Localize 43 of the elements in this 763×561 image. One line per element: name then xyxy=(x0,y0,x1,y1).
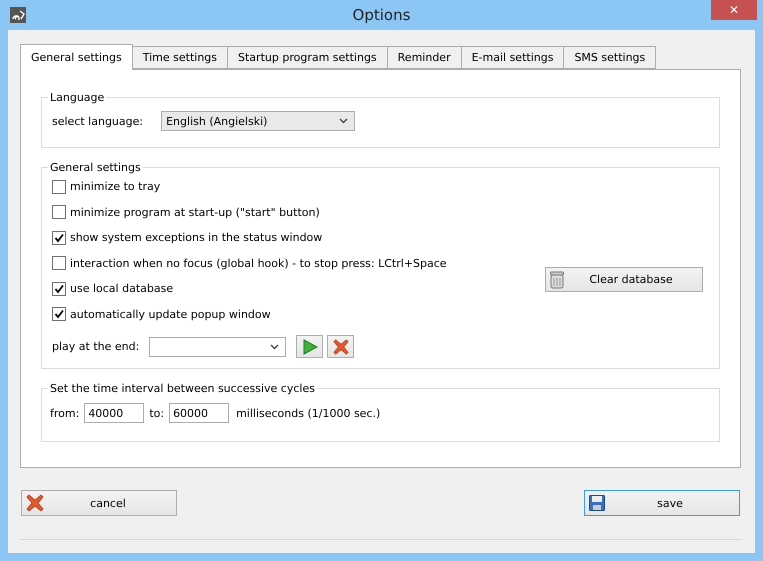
cancel-button[interactable]: cancel xyxy=(21,490,177,516)
option-label: minimize program at start-up ("start" button) xyxy=(70,206,320,219)
delete-icon xyxy=(332,338,349,354)
caret-icon xyxy=(270,344,280,350)
group-title: Language xyxy=(49,91,106,104)
option-label: automatically update popup window xyxy=(70,308,271,321)
group-title: General settings xyxy=(49,161,142,174)
tab[interactable]: Time settings xyxy=(132,46,228,69)
app-logo-icon xyxy=(10,7,26,23)
option-label: use local database xyxy=(70,282,174,296)
play-icon xyxy=(302,338,318,354)
language-label: select language: xyxy=(52,114,144,128)
to-label: to: xyxy=(149,406,164,420)
checkbox[interactable] xyxy=(52,256,66,270)
window-title: Options xyxy=(352,6,412,24)
unit-label: milliseconds (1/1000 sec.) xyxy=(236,406,380,420)
tab[interactable]: Startup program settings xyxy=(227,46,388,69)
tab[interactable]: Reminder xyxy=(386,46,462,69)
language-dropdown[interactable]: English (Angielski) xyxy=(161,111,356,131)
option-label: show system exceptions in the status window xyxy=(70,231,322,244)
group-title: Set the time interval between successive cycles xyxy=(49,382,316,395)
play-button[interactable] xyxy=(296,335,324,358)
to-field[interactable]: 60000 xyxy=(169,403,230,423)
trash-icon xyxy=(550,270,564,288)
delete-button[interactable] xyxy=(327,335,354,358)
clear-database-button[interactable]: Clear database xyxy=(545,267,703,292)
checkbox[interactable] xyxy=(52,230,66,245)
checkbox[interactable] xyxy=(52,205,66,220)
close-button[interactable]: ✕ xyxy=(711,0,757,20)
checkbox[interactable] xyxy=(52,307,66,322)
tab[interactable]: General settings xyxy=(20,44,133,70)
option-label: interaction when no focus (global hook) - to stop press: LCtrl+Space xyxy=(70,256,447,270)
caret-icon xyxy=(339,118,348,124)
checkbox[interactable] xyxy=(52,180,66,194)
play-label: play at the end: xyxy=(52,340,140,353)
tab[interactable]: E-mail settings xyxy=(460,46,564,69)
from-label: from: xyxy=(50,406,80,420)
tab[interactable]: SMS settings xyxy=(563,46,656,69)
checkbox[interactable] xyxy=(52,282,66,296)
save-button[interactable]: save xyxy=(584,490,740,516)
from-field[interactable]: 40000 xyxy=(84,403,144,423)
option-label: minimize to tray xyxy=(70,180,160,194)
delete-icon xyxy=(26,494,44,512)
